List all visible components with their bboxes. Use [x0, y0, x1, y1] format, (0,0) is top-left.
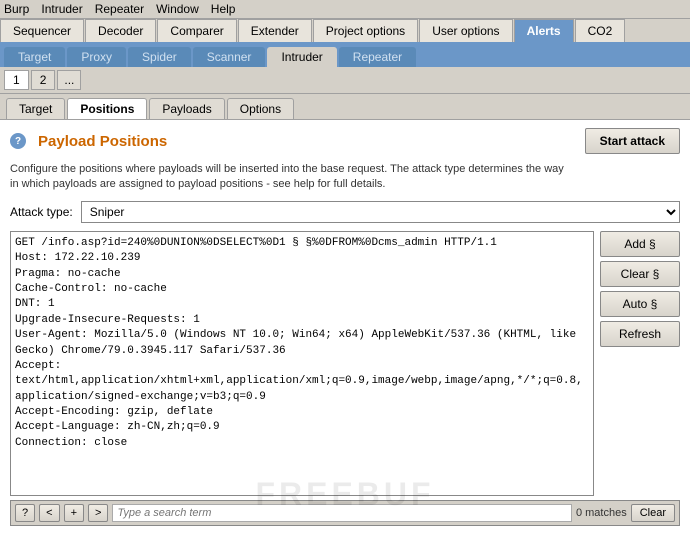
tab-decoder[interactable]: Decoder — [85, 19, 156, 42]
tool-tab-intruder[interactable]: Intruder — [267, 47, 336, 67]
menu-help[interactable]: Help — [211, 2, 236, 16]
search-bar: ? < + > 0 matches Clear — [10, 500, 680, 526]
tool-tab-scanner[interactable]: Scanner — [193, 47, 266, 67]
menu-window[interactable]: Window — [156, 2, 199, 16]
main-content: ? Payload Positions Start attack Configu… — [0, 120, 690, 533]
section-title: Payload Positions — [38, 133, 167, 150]
attack-type-select[interactable]: Sniper — [81, 201, 680, 223]
clear-search-button[interactable]: Clear — [631, 504, 675, 522]
tab-project-options[interactable]: Project options — [313, 19, 418, 42]
tab-alerts[interactable]: Alerts — [514, 19, 574, 42]
number-tab-1[interactable]: 1 — [4, 70, 29, 90]
request-textarea[interactable] — [10, 231, 594, 496]
number-tabs: 1 2 ... — [0, 67, 690, 94]
tool-tab-target[interactable]: Target — [4, 47, 65, 67]
description-line2: in which payloads are assigned to payloa… — [10, 178, 385, 190]
menu-repeater[interactable]: Repeater — [95, 2, 144, 16]
clear-section-button[interactable]: Clear § — [600, 261, 680, 287]
request-buttons: Add § Clear § Auto § Refresh — [600, 231, 680, 496]
search-next-button[interactable]: + — [64, 504, 84, 522]
number-tab-2[interactable]: 2 — [31, 70, 56, 90]
auto-section-button[interactable]: Auto § — [600, 291, 680, 317]
attack-type-row: Attack type: Sniper — [10, 201, 680, 223]
search-options-button[interactable]: > — [88, 504, 108, 522]
tab-extender[interactable]: Extender — [238, 19, 312, 42]
section-tabs: Target Positions Payloads Options — [0, 94, 690, 120]
search-prev-button[interactable]: < — [39, 504, 59, 522]
section-tab-options[interactable]: Options — [227, 98, 294, 119]
description: Configure the positions where payloads w… — [10, 162, 680, 193]
refresh-button[interactable]: Refresh — [600, 321, 680, 347]
start-attack-button[interactable]: Start attack — [585, 128, 680, 154]
section-header: ? Payload Positions Start attack — [10, 128, 680, 154]
description-line1: Configure the positions where payloads w… — [10, 163, 564, 175]
tool-tabs: Target Proxy Spider Scanner Intruder Rep… — [0, 44, 690, 67]
matches-label: 0 matches — [576, 507, 627, 519]
section-tab-positions[interactable]: Positions — [67, 98, 147, 119]
menu-bar: Burp Intruder Repeater Window Help — [0, 0, 690, 19]
number-tab-ellipsis[interactable]: ... — [57, 70, 81, 90]
search-input[interactable] — [112, 504, 572, 522]
attack-type-label: Attack type: — [10, 205, 73, 219]
search-help-button[interactable]: ? — [15, 504, 35, 522]
tab-sequencer[interactable]: Sequencer — [0, 19, 84, 42]
tool-tab-repeater[interactable]: Repeater — [339, 47, 416, 67]
menu-burp[interactable]: Burp — [4, 2, 29, 16]
tab-comparer[interactable]: Comparer — [157, 19, 236, 42]
tab-user-options[interactable]: User options — [419, 19, 512, 42]
menu-intruder[interactable]: Intruder — [41, 2, 82, 16]
tool-tab-proxy[interactable]: Proxy — [67, 47, 126, 67]
add-section-button[interactable]: Add § — [600, 231, 680, 257]
section-tab-target[interactable]: Target — [6, 98, 65, 119]
section-tab-payloads[interactable]: Payloads — [149, 98, 224, 119]
request-area: Add § Clear § Auto § Refresh — [10, 231, 680, 496]
tool-tab-spider[interactable]: Spider — [128, 47, 191, 67]
help-icon[interactable]: ? — [10, 133, 26, 149]
tab-co2[interactable]: CO2 — [575, 19, 626, 42]
top-tabs: Sequencer Decoder Comparer Extender Proj… — [0, 19, 690, 44]
